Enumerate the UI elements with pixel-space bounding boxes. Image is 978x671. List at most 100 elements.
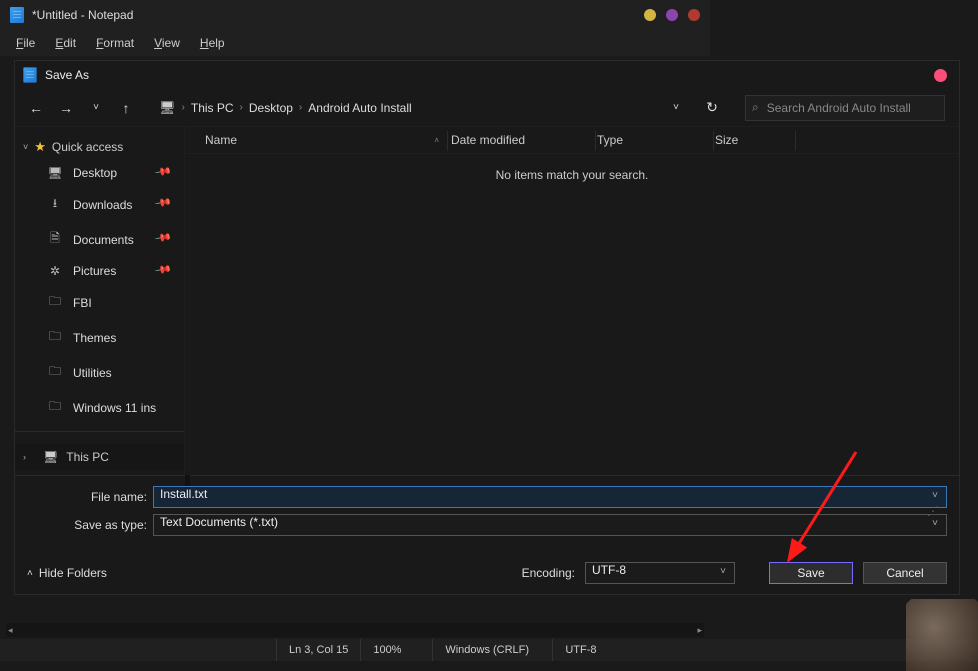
divider <box>15 431 184 432</box>
breadcrumb-seg-2[interactable]: Android Auto Install <box>308 101 411 115</box>
pin-icon: 📌 <box>154 194 178 216</box>
sidebar-item-label: Desktop <box>73 166 117 180</box>
sidebar-list: 🖥 Desktop 📌 ⭳Downloads📌 🗎 Documents 📌 ✲ Pictu… <box>15 159 184 425</box>
file-list-pane: Name˄ Date modified Type Size No items m… <box>185 127 959 475</box>
chevron-right-icon: › <box>299 102 302 113</box>
nav-arrows: ← → ˅ ↑ <box>29 101 133 115</box>
status-cursor-pos: Ln 3, Col 15 <box>276 639 360 661</box>
chevron-right-icon: › <box>23 452 35 462</box>
menu-file[interactable]: File <box>8 34 43 52</box>
minimize-dot[interactable] <box>644 9 656 21</box>
sidebar-item-downloads[interactable]: ⭳Downloads📌 <box>39 187 184 222</box>
search-input[interactable]: ⌕ Search Android Auto Install <box>745 95 945 121</box>
dialog-toolbar: ← → ˅ ↑ 🖥 › This PC › Desktop › Android … <box>15 89 959 127</box>
sidebar-item-label: Documents <box>73 233 134 247</box>
sidebar-quick-access[interactable]: ˅ ★ Quick access <box>15 135 184 159</box>
sidebar-item-desktop[interactable]: 🖥 Desktop 📌 <box>39 159 184 187</box>
sidebar-item-label: FBI <box>73 296 92 310</box>
filename-input[interactable]: Install.txt <box>153 486 947 508</box>
pictures-icon: ✲ <box>47 264 63 278</box>
background-image <box>906 599 978 671</box>
search-placeholder: Search Android Auto Install <box>767 101 911 115</box>
breadcrumb[interactable]: 🖥 › This PC › Desktop › Android Auto Ins… <box>159 100 659 116</box>
dialog-title: Save As <box>45 68 934 82</box>
status-encoding: UTF-8 <box>552 639 652 661</box>
sidebar-item-documents[interactable]: 🗎 Documents 📌 <box>39 222 184 257</box>
sidebar-item-label: Utilities <box>73 366 112 380</box>
pin-icon: 📌 <box>154 162 178 184</box>
pin-icon: 📌 <box>154 229 178 251</box>
dialog-body: ˅ ★ Quick access 🖥 Desktop 📌 ⭳Downloads📌 🗎… <box>15 127 959 475</box>
dialog-form: File name: Install.txt Save as type: Tex… <box>15 475 959 552</box>
scroll-right-icon[interactable]: ▸ <box>697 625 702 636</box>
maximize-dot[interactable] <box>666 9 678 21</box>
address-dropdown[interactable]: ˅ <box>669 101 683 115</box>
search-icon: ⌕ <box>752 100 759 115</box>
resize-grip[interactable]: ⋰ <box>927 504 939 516</box>
folder-icon: 🗀 <box>47 327 63 348</box>
menu-view[interactable]: View <box>146 34 188 52</box>
pc-icon: 🖥 <box>43 450 58 464</box>
filename-label: File name: <box>27 490 147 504</box>
sidebar-item-pictures[interactable]: ✲ Pictures 📌 <box>39 257 184 285</box>
col-type[interactable]: Type <box>597 133 715 147</box>
sidebar-item-label: Pictures <box>73 264 116 278</box>
folder-icon: 🗀 <box>47 362 63 383</box>
quick-access-label: Quick access <box>52 140 123 154</box>
sort-indicator: ˄ <box>434 136 439 145</box>
sidebar-item-utilities[interactable]: 🗀 Utilities <box>39 355 184 390</box>
chevron-down-icon: ˅ <box>23 142 28 152</box>
status-line-ending: Windows (CRLF) <box>432 639 552 661</box>
close-dot[interactable] <box>688 9 700 21</box>
window-controls <box>644 9 700 21</box>
notepad-icon <box>10 7 24 23</box>
chevron-right-icon: › <box>182 102 185 113</box>
menu-edit[interactable]: Edit <box>47 34 84 52</box>
recent-dropdown[interactable]: ˅ <box>89 101 103 115</box>
filetype-label: Save as type: <box>27 518 147 532</box>
dialog-icon <box>23 67 36 82</box>
cancel-button[interactable]: Cancel <box>863 562 947 584</box>
window-title: *Untitled - Notepad <box>32 8 644 22</box>
scroll-left-icon[interactable]: ◂ <box>8 625 13 636</box>
pin-icon: 📌 <box>154 260 178 282</box>
this-pc-label: This PC <box>66 450 109 464</box>
desktop-icon: 🖥 <box>47 166 63 180</box>
empty-message: No items match your search. <box>185 154 959 196</box>
sidebar-item-fbi[interactable]: 🗀FBI <box>39 285 184 320</box>
notepad-hscrollbar[interactable]: ◂ ▸ <box>6 623 704 637</box>
hide-folders-toggle[interactable]: ˄ Hide Folders <box>27 566 107 580</box>
encoding-select[interactable]: UTF-8 <box>585 562 735 584</box>
filetype-select[interactable]: Text Documents (*.txt) <box>153 514 947 536</box>
encoding-label: Encoding: <box>522 566 575 580</box>
chevron-up-icon: ˄ <box>27 568 33 579</box>
col-date-modified[interactable]: Date modified <box>451 133 597 147</box>
menu-help[interactable]: Help <box>192 34 233 52</box>
sidebar-item-label: Windows 11 ins <box>73 401 156 415</box>
col-name[interactable]: Name˄ <box>205 133 451 147</box>
menu-bar: File Edit Format View Help <box>0 30 710 56</box>
up-button[interactable]: ↑ <box>119 101 133 115</box>
download-icon: ⭳ <box>47 194 63 215</box>
menu-format[interactable]: Format <box>88 34 142 52</box>
back-button[interactable]: ← <box>29 101 43 115</box>
dialog-close-dot[interactable] <box>934 69 947 82</box>
breadcrumb-seg-1[interactable]: Desktop <box>249 101 293 115</box>
sidebar-item-themes[interactable]: 🗀 Themes <box>39 320 184 355</box>
forward-button[interactable]: → <box>59 101 73 115</box>
column-headers: Name˄ Date modified Type Size <box>185 127 959 154</box>
save-as-dialog: Save As ← → ˅ ↑ 🖥 › This PC › Desktop › … <box>14 60 960 595</box>
star-icon: ★ <box>34 139 46 155</box>
breadcrumb-seg-0[interactable]: This PC <box>191 101 234 115</box>
refresh-button[interactable]: ↻ <box>705 101 719 115</box>
status-zoom: 100% <box>360 639 432 661</box>
save-button[interactable]: Save <box>769 562 853 584</box>
sidebar-this-pc[interactable]: › 🖥 This PC <box>15 444 184 470</box>
dialog-footer: ˄ Hide Folders Encoding: UTF-8 Save Canc… <box>15 552 959 594</box>
dialog-titlebar: Save As <box>15 61 959 89</box>
sidebar-item-label: Themes <box>73 331 116 345</box>
col-size[interactable]: Size <box>715 133 795 147</box>
sidebar-item-win11[interactable]: 🗀Windows 11 ins <box>39 390 184 425</box>
chevron-right-icon: › <box>240 102 243 113</box>
document-icon: 🗎 <box>47 229 63 250</box>
